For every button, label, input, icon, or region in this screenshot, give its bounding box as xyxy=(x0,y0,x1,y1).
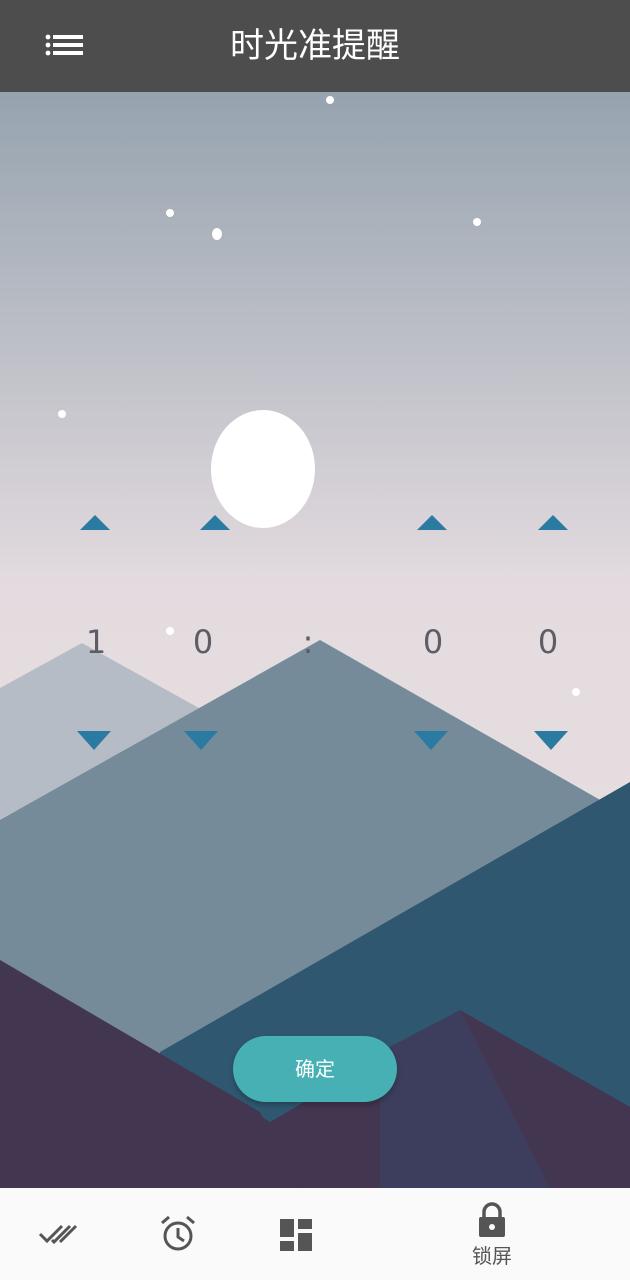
page-title: 时光准提醒 xyxy=(230,26,400,66)
tab-alarm[interactable] xyxy=(138,1188,218,1280)
minute-tens-down-arrow-icon[interactable] xyxy=(411,728,451,758)
bottom-navigation: 锁屏 xyxy=(0,1188,630,1280)
tab-lock-screen-label: 锁屏 xyxy=(472,1244,512,1268)
tab-dashboard[interactable] xyxy=(256,1188,336,1280)
tab-done-all[interactable] xyxy=(18,1188,98,1280)
hour-ones-down-arrow-icon[interactable] xyxy=(181,728,221,758)
list-menu-icon[interactable] xyxy=(40,28,88,64)
moon xyxy=(211,410,315,528)
minute-tens-up-arrow-icon[interactable] xyxy=(412,512,452,542)
alarm-clock-icon xyxy=(161,1215,195,1251)
hour-ones-digit: 0 xyxy=(192,623,214,661)
time-separator: : xyxy=(302,623,314,661)
hour-tens-up-arrow-icon[interactable] xyxy=(75,512,115,542)
confirm-button[interactable]: 确定 xyxy=(233,1036,397,1102)
minute-tens-digit: 0 xyxy=(422,623,444,661)
minute-ones-up-arrow-icon[interactable] xyxy=(533,512,573,542)
hour-tens-down-arrow-icon[interactable] xyxy=(74,728,114,758)
hour-ones-up-arrow-icon[interactable] xyxy=(195,512,235,542)
minute-ones-down-arrow-icon[interactable] xyxy=(531,728,571,758)
hour-tens-digit: 1 xyxy=(85,623,107,661)
tab-lock-screen[interactable]: 锁屏 xyxy=(452,1188,532,1280)
app-header: 时光准提醒 xyxy=(0,0,630,92)
done-all-icon xyxy=(38,1224,78,1245)
minute-ones-digit: 0 xyxy=(537,623,559,661)
lock-icon xyxy=(479,1202,505,1237)
dashboard-icon xyxy=(280,1219,312,1251)
